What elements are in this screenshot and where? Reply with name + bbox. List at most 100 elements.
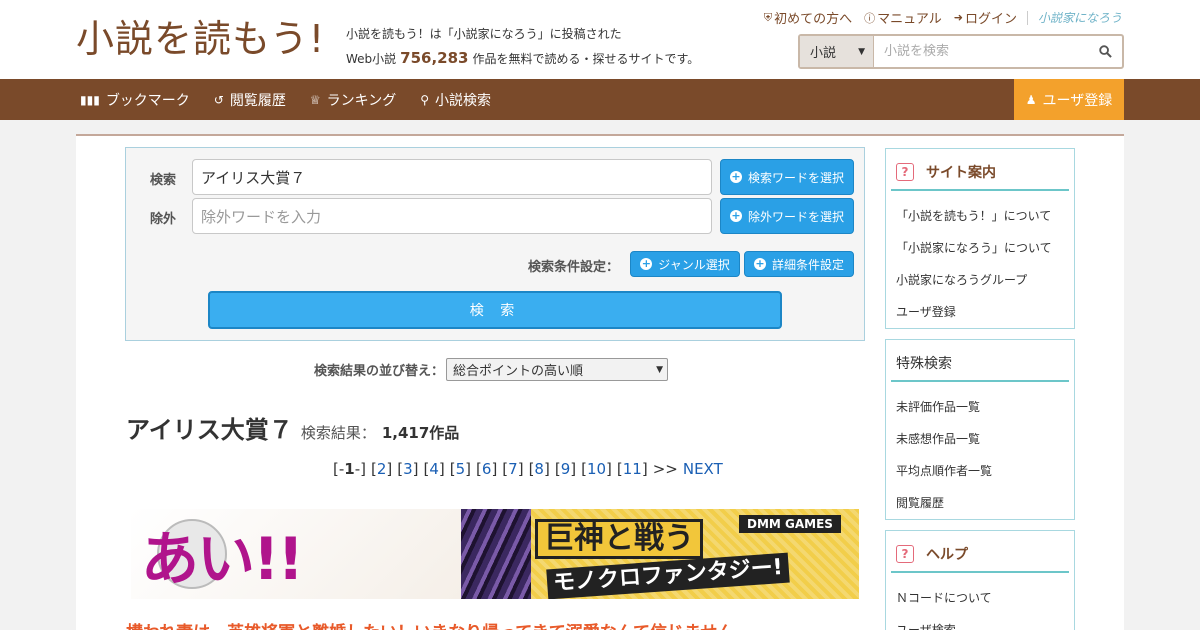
ad-banner[interactable]: あい!! 巨神と戦う モノクロファンタジー! DMM GAMES xyxy=(131,509,859,599)
tagline-post: 作品を無料で読める・探せるサイトです。 xyxy=(472,52,700,66)
page-number[interactable]: 10 xyxy=(587,460,606,478)
search-button[interactable] xyxy=(1088,36,1122,67)
select-exclude-button[interactable]: + 除外ワードを選択 xyxy=(720,198,854,234)
results-count: 1,417作品 xyxy=(381,424,460,442)
site-guide-title: サイト案内 xyxy=(926,165,996,181)
beginners-link[interactable]: ⛨ 初めての方へ xyxy=(764,8,853,28)
exclude-input[interactable]: 除外ワードを入力 xyxy=(192,198,712,234)
login-link[interactable]: ➜ ログイン xyxy=(954,8,1017,27)
page-link[interactable]: [5] xyxy=(450,460,471,478)
result-title-link[interactable]: 構われ妻は、英雄将軍と離婚したい！いきなり帰ってきて溺愛なんて信じません。 xyxy=(126,618,751,630)
select-keyword-button[interactable]: + 検索ワードを選択 xyxy=(720,159,854,195)
page-number[interactable]: 11 xyxy=(623,460,642,478)
page-number[interactable]: 9 xyxy=(561,460,571,478)
search-panel: 検索 アイリス大賞７ + 検索ワードを選択 除外 除外ワードを入力 + 除外ワードを… xyxy=(125,147,865,341)
page-link[interactable]: [8] xyxy=(529,460,550,478)
help-title: ヘルプ xyxy=(926,547,968,563)
top-links: ⛨ 初めての方へ ⓘ マニュアル ➜ ログイン 小説家になろう xyxy=(752,8,1122,27)
page-number[interactable]: 4 xyxy=(429,460,439,478)
search-input[interactable] xyxy=(874,36,1088,67)
page-current: [-1-] xyxy=(333,460,366,478)
results-label: 検索結果： xyxy=(300,424,376,442)
header-search: 小説 ▼ xyxy=(798,34,1124,69)
search-submit-button[interactable]: 検 索 xyxy=(208,291,782,329)
nav-bookmark[interactable]: ▮▮▮ ブックマーク xyxy=(80,90,190,110)
banner-headline: 巨神と戦う xyxy=(535,519,703,559)
sort-select[interactable]: 総合ポイントの高い順 ▼ xyxy=(446,358,669,381)
page-number[interactable]: 6 xyxy=(482,460,492,478)
caret-down-icon: ▼ xyxy=(656,364,664,375)
page-number[interactable]: 3 xyxy=(403,460,413,478)
sort-control: 検索結果の並び替え： 総合ポイントの高い順 ▼ xyxy=(314,358,669,381)
tagline-pre: Web小説 xyxy=(346,52,397,66)
page-link[interactable]: [4] xyxy=(424,460,445,478)
page-link[interactable]: [2] xyxy=(371,460,392,478)
sidebar-help: ? ヘルプ Ｎコードについて ユーザ検索 xyxy=(885,530,1075,630)
user-register-label: ユーザ登録 xyxy=(1042,92,1113,109)
page-number[interactable]: 7 xyxy=(508,460,518,478)
question-circle-icon: ⓘ xyxy=(864,11,876,25)
sidebar-link[interactable]: 閲覧履歴 xyxy=(896,486,1074,518)
narou-brand-link[interactable]: 小説家になろう xyxy=(1038,9,1122,26)
page-link[interactable]: [9] xyxy=(555,460,576,478)
sidebar-link[interactable]: 未評価作品一覧 xyxy=(896,390,1074,422)
nav-history-label: 閲覧履歴 xyxy=(229,92,286,109)
nav-history[interactable]: ↺ 閲覧履歴 xyxy=(214,90,286,110)
caret-down-icon: ▼ xyxy=(858,46,865,57)
page-number[interactable]: 8 xyxy=(534,460,544,478)
genre-select-button[interactable]: + ジャンル選択 xyxy=(630,251,740,277)
plus-icon: + xyxy=(640,257,653,270)
crown-icon: ♕ xyxy=(309,92,321,107)
sidebar-link[interactable]: ユーザ検索 xyxy=(896,613,1074,630)
page-number[interactable]: 5 xyxy=(456,460,466,478)
nav-ranking-label: ランキング xyxy=(326,92,397,109)
beginners-label: 初めての方へ xyxy=(774,12,853,27)
manual-link[interactable]: ⓘ マニュアル xyxy=(864,8,942,28)
site-logo[interactable]: 小説を読もう! xyxy=(76,16,325,62)
tagline-line2: Web小説 756,283 作品を無料で読める・探せるサイトです。 xyxy=(346,46,699,71)
tagline: 小説を読もう！は「小説家になろう」に投稿された Web小説 756,283 作品を無… xyxy=(346,22,699,71)
page-number[interactable]: 2 xyxy=(377,460,387,478)
sidebar-link[interactable]: Ｎコードについて xyxy=(896,581,1074,613)
keyword-label: 検索 xyxy=(150,173,177,188)
header: 小説を読もう! 小説を読もう！は「小説家になろう」に投稿された Web小説 756… xyxy=(0,0,1200,79)
sidebar-special-search: 特殊検索 未評価作品一覧 未感想作品一覧 平均点順作者一覧 閲覧履歴 xyxy=(885,339,1075,520)
select-exclude-label: 除外ワードを選択 xyxy=(747,209,844,224)
plus-icon: + xyxy=(729,209,742,222)
search-category-value: 小説 xyxy=(810,46,837,61)
sort-label: 検索結果の並び替え： xyxy=(314,364,445,379)
page-link[interactable]: [7] xyxy=(502,460,523,478)
nav-items: ▮▮▮ ブックマーク ↺ 閲覧履歴 ♕ ランキング ⚲ 小説検索 xyxy=(80,79,515,120)
main-content: 検索 アイリス大賞７ + 検索ワードを選択 除外 除外ワードを入力 + 除外ワードを… xyxy=(76,134,1124,630)
page-link[interactable]: [10] xyxy=(581,460,612,478)
page-link[interactable]: [11] xyxy=(617,460,648,478)
sidebar-link[interactable]: 「小説家になろう」について xyxy=(896,231,1074,263)
keyword-input[interactable]: アイリス大賞７ xyxy=(192,159,712,195)
sidebar-link[interactable]: 未感想作品一覧 xyxy=(896,422,1074,454)
special-search-title: 特殊検索 xyxy=(896,356,952,372)
nav-ranking[interactable]: ♕ ランキング xyxy=(310,90,396,110)
sort-selected-value: 総合ポイントの高い順 xyxy=(453,364,584,379)
sidebar-link[interactable]: 「小説を読もう！」について xyxy=(896,199,1074,231)
next-page-link[interactable]: NEXT xyxy=(683,460,723,478)
search-icon xyxy=(1098,45,1112,58)
page-link[interactable]: [6] xyxy=(476,460,497,478)
search-category-select[interactable]: 小説 ▼ xyxy=(800,36,874,67)
site-guide-heading: ? サイト案内 xyxy=(891,155,1069,191)
user-register-button[interactable]: ♟ ユーザ登録 xyxy=(1014,79,1124,120)
page-arrow: >> xyxy=(652,460,678,478)
sidebar-link[interactable]: 小説家になろうグループ xyxy=(896,263,1074,295)
bookmark-icon: ▮▮▮ xyxy=(80,92,100,107)
detail-conditions-button[interactable]: + 詳細条件設定 xyxy=(744,251,854,277)
banner-character-art xyxy=(461,509,531,599)
nav-search[interactable]: ⚲ 小説検索 xyxy=(420,90,491,110)
manual-label: マニュアル xyxy=(877,12,942,27)
main-nav: ▮▮▮ ブックマーク ↺ 閲覧履歴 ♕ ランキング ⚲ 小説検索 ♟ ユーザ登録 xyxy=(0,79,1200,120)
results-heading: アイリス大賞７ 検索結果： 1,417作品 xyxy=(126,410,459,445)
divider xyxy=(1026,10,1028,25)
sidebar-link[interactable]: ユーザ登録 xyxy=(896,295,1074,327)
sidebar-link[interactable]: 平均点順作者一覧 xyxy=(896,454,1074,486)
plus-icon: + xyxy=(753,257,766,270)
banner-big-text: あい!! xyxy=(141,525,304,593)
page-link[interactable]: [3] xyxy=(397,460,418,478)
